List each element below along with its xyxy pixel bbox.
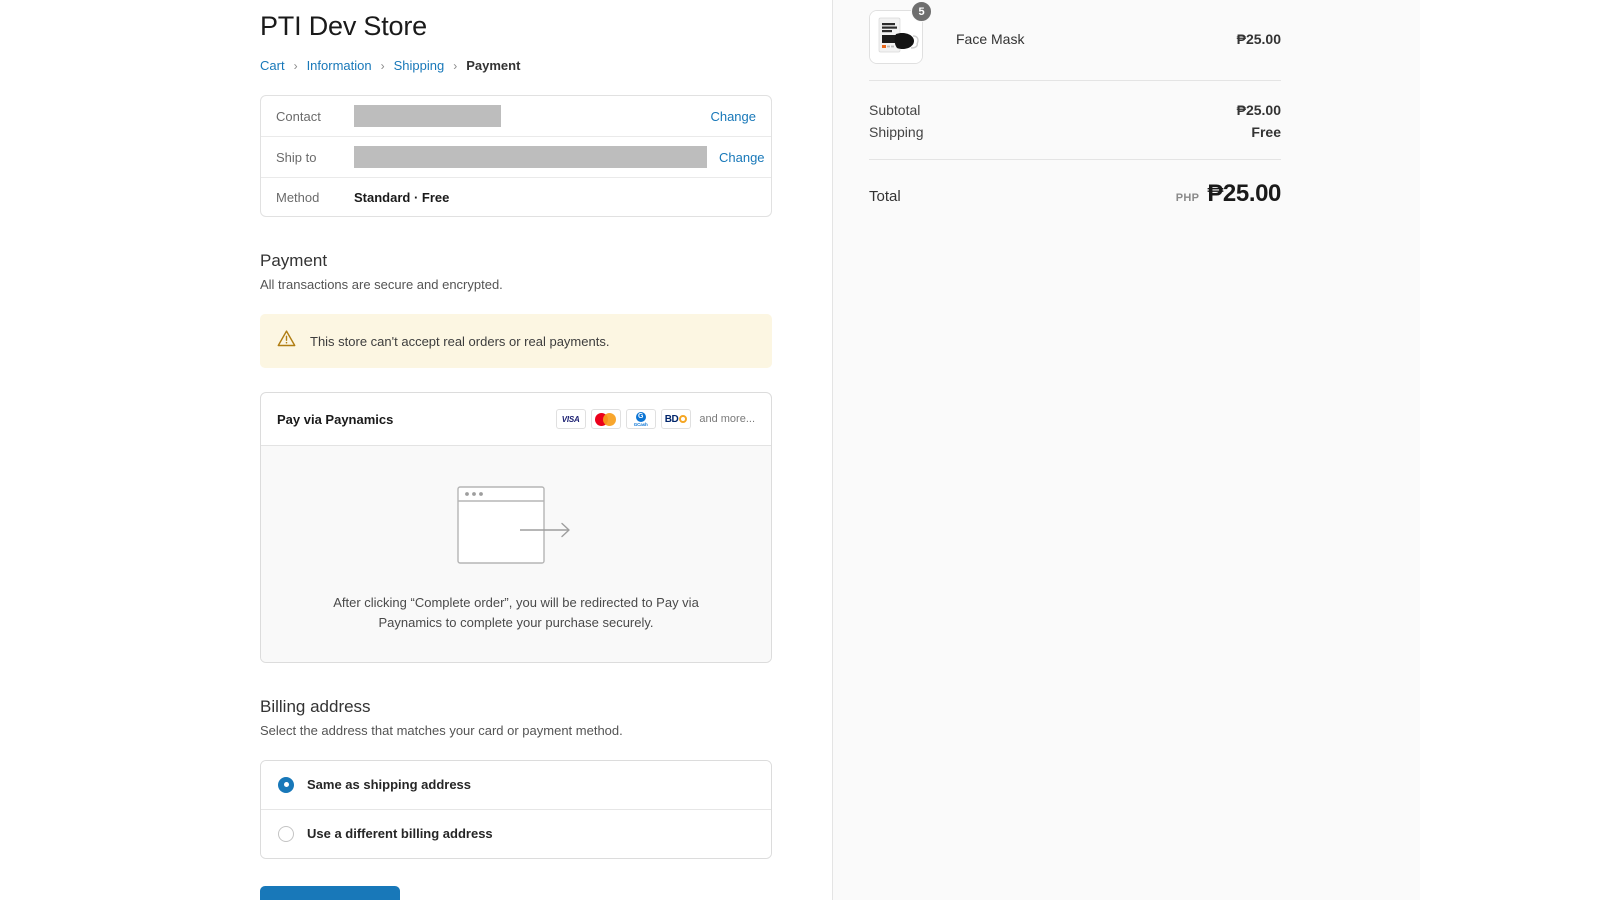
summary-row-total: Total PHP ₱25.00 xyxy=(869,160,1281,208)
bdo-logo: BD xyxy=(660,409,692,430)
billing-option-label: Use a different billing address xyxy=(307,826,493,842)
review-row-ship-to: Ship to Change xyxy=(261,137,771,179)
review-label-contact: Contact xyxy=(276,108,321,124)
review-value-ship-to xyxy=(354,146,707,169)
total-currency-code: PHP xyxy=(1175,192,1200,204)
change-contact-link[interactable]: Change xyxy=(710,109,756,124)
checkout-page: PTI Dev Store Cart › Information › Shipp… xyxy=(0,0,1600,900)
review-label-ship-to: Ship to xyxy=(276,149,317,165)
radio-selected-icon[interactable] xyxy=(278,776,294,793)
breadcrumb-item-cart[interactable]: Cart xyxy=(260,58,285,73)
change-ship-to-link[interactable]: Change xyxy=(719,150,765,165)
review-value-contact xyxy=(354,105,698,128)
chevron-right-icon: › xyxy=(453,58,458,73)
warning-triangle-icon xyxy=(276,328,297,354)
billing-address-subheading: Select the address that matches your car… xyxy=(260,722,623,738)
subtotal-label: Subtotal xyxy=(869,102,921,118)
total-label: Total xyxy=(869,188,901,205)
breadcrumb: Cart › Information › Shipping › Payment xyxy=(260,58,772,73)
shipping-label: Shipping xyxy=(869,124,924,140)
checkout-actions: Complete order Return to shipping xyxy=(260,885,772,900)
page-title: PTI Dev Store xyxy=(260,11,427,41)
payment-method-title: Pay via Paynamics xyxy=(277,411,394,427)
radio-unselected-icon[interactable] xyxy=(278,825,294,842)
product-name: Face Mask xyxy=(956,31,1025,47)
payment-method-header: Pay via Paynamics VISA G GCash BD and mo… xyxy=(261,393,771,445)
summary-row-shipping: Shipping Free xyxy=(869,121,1281,143)
product-thumbnail-wrap: 5 xyxy=(869,1,932,64)
review-row-method: Method Standard · Free xyxy=(261,178,771,216)
chevron-right-icon: › xyxy=(293,58,298,73)
product-price: ₱25.00 xyxy=(1236,31,1281,47)
breadcrumb-item-shipping[interactable]: Shipping xyxy=(394,58,445,73)
order-summary-panel: 5 Face Mask ₱25.00 Subtotal ₱25.00 Shipp… xyxy=(832,0,1420,900)
payment-subheading: All transactions are secure and encrypte… xyxy=(260,277,503,293)
redirect-description: After clicking “Complete order”, you wil… xyxy=(333,595,699,630)
payment-heading: Payment xyxy=(260,251,328,271)
order-line-item: 5 Face Mask ₱25.00 xyxy=(869,0,1281,80)
browser-window-redirect-icon xyxy=(457,486,575,569)
subtotal-value: ₱25.00 xyxy=(1236,102,1281,118)
visa-logo: VISA xyxy=(555,409,586,430)
review-row-contact: Contact Change xyxy=(261,96,771,138)
chevron-right-icon: › xyxy=(380,58,385,73)
billing-address-options: Same as shipping address Use a different… xyxy=(260,759,772,859)
summary-cost-rows: Subtotal ₱25.00 Shipping Free xyxy=(869,81,1281,159)
warning-text: This store can't accept real orders or r… xyxy=(310,333,610,349)
billing-address-heading: Billing address xyxy=(260,696,371,716)
checkout-main-column: PTI Dev Store Cart › Information › Shipp… xyxy=(0,0,832,900)
store-test-mode-warning: This store can't accept real orders or r… xyxy=(260,314,772,369)
gcash-logo: G GCash xyxy=(625,409,656,430)
payment-brand-list: VISA G GCash BD and more... xyxy=(555,409,755,430)
shipping-value: Free xyxy=(1251,124,1281,140)
total-value: ₱25.00 xyxy=(1207,180,1281,207)
breadcrumb-item-information[interactable]: Information xyxy=(307,58,372,73)
summary-row-subtotal: Subtotal ₱25.00 xyxy=(869,99,1281,121)
complete-order-button[interactable]: Complete order xyxy=(260,885,401,900)
review-value-method: Standard · Free xyxy=(354,189,450,205)
billing-option-different-address[interactable]: Use a different billing address xyxy=(261,809,771,858)
redacted-ship-to-value xyxy=(354,146,707,169)
breadcrumb-item-payment: Payment xyxy=(466,58,521,74)
payment-method-body: After clicking “Complete order”, you wil… xyxy=(261,445,771,662)
mastercard-logo xyxy=(590,409,621,430)
order-review-card: Contact Change Ship to Change Method Sta… xyxy=(260,95,772,218)
quantity-badge: 5 xyxy=(911,1,932,22)
payment-method-paynamics[interactable]: Pay via Paynamics VISA G GCash BD and mo… xyxy=(260,392,772,663)
redacted-contact-value xyxy=(354,105,501,128)
more-payment-brands-label: and more... xyxy=(699,413,755,426)
billing-option-label: Same as shipping address xyxy=(307,777,472,793)
review-label-method: Method xyxy=(276,189,320,205)
billing-option-same-as-shipping[interactable]: Same as shipping address xyxy=(261,760,771,810)
